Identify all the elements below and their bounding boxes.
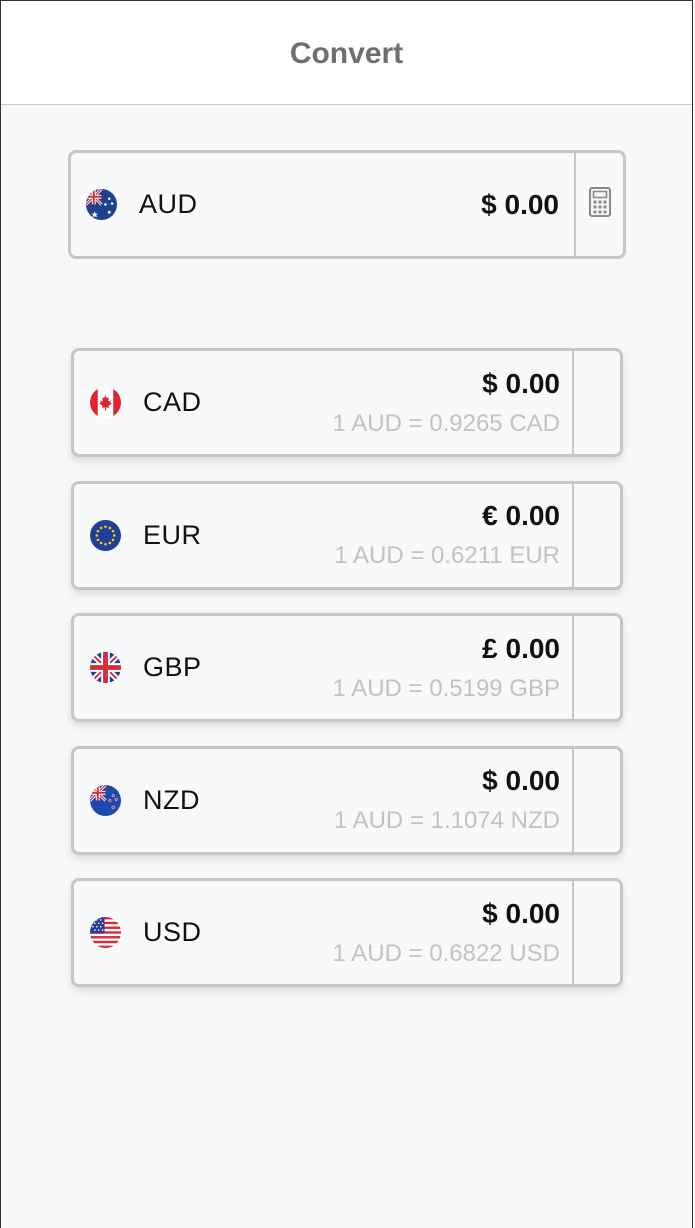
currency-row-gbp[interactable]: GBP £ 0.00 1 AUD = 0.5199 GBP bbox=[71, 613, 623, 722]
uk-flag-icon bbox=[90, 652, 121, 683]
converted-values: $ 0.00 1 AUD = 0.6822 USD bbox=[333, 897, 560, 969]
base-currency-card[interactable]: AUD $ 0.00 bbox=[68, 150, 626, 259]
canada-flag-icon bbox=[90, 387, 121, 418]
converted-values: $ 0.00 1 AUD = 0.9265 CAD bbox=[333, 367, 560, 439]
australia-flag-icon bbox=[86, 189, 117, 220]
calculator-button[interactable] bbox=[574, 153, 623, 256]
currency-code: USD bbox=[143, 917, 202, 947]
currency-code: CAD bbox=[143, 387, 202, 417]
converted-currency-list: CAD $ 0.00 1 AUD = 0.9265 CAD EUR € 0.00… bbox=[71, 348, 623, 1011]
exchange-rate-text: 1 AUD = 0.6822 USD bbox=[332, 939, 560, 967]
converted-amount: $ 0.00 bbox=[482, 765, 560, 796]
currency-row-usd[interactable]: USD $ 0.00 1 AUD = 0.6822 USD bbox=[71, 878, 623, 987]
row-action-cell[interactable] bbox=[572, 881, 620, 984]
us-flag-icon bbox=[90, 917, 121, 948]
page-title: Convert bbox=[289, 36, 404, 70]
currency-code: NZD bbox=[143, 784, 200, 815]
converted-amount: € 0.00 bbox=[482, 500, 560, 531]
row-action-cell[interactable] bbox=[572, 351, 620, 454]
row-action-cell[interactable] bbox=[572, 616, 620, 719]
row-action-cell[interactable] bbox=[572, 748, 620, 852]
row-action-cell[interactable] bbox=[572, 483, 620, 587]
exchange-rate-text: 1 AUD = 0.9265 CAD bbox=[332, 409, 560, 437]
converted-amount: $ 0.00 bbox=[482, 897, 560, 929]
currency-code: EUR bbox=[143, 519, 202, 550]
app-frame: Convert AUD $ 0.00 CAD $ 0.00 1 AUD = 0.… bbox=[0, 0, 693, 1228]
converted-values: $ 0.00 1 AUD = 1.1074 NZD bbox=[334, 764, 560, 836]
top-bar: Convert bbox=[1, 1, 692, 105]
base-amount-input[interactable]: $ 0.00 bbox=[481, 189, 559, 221]
converted-amount: $ 0.00 bbox=[482, 367, 560, 399]
exchange-rate-text: 1 AUD = 0.5199 GBP bbox=[332, 674, 560, 702]
base-currency-code: AUD bbox=[139, 189, 198, 219]
new-zealand-flag-icon bbox=[90, 784, 121, 816]
converted-values: € 0.00 1 AUD = 0.6211 EUR bbox=[334, 499, 560, 571]
converted-values: £ 0.00 1 AUD = 0.5199 GBP bbox=[333, 632, 560, 704]
calculator-icon bbox=[588, 187, 611, 222]
currency-row-eur[interactable]: EUR € 0.00 1 AUD = 0.6211 EUR bbox=[71, 480, 623, 590]
currency-code: GBP bbox=[143, 652, 202, 682]
eu-flag-icon bbox=[90, 519, 121, 551]
exchange-rate-text: 1 AUD = 0.6211 EUR bbox=[334, 542, 560, 569]
currency-row-nzd[interactable]: NZD $ 0.00 1 AUD = 1.1074 NZD bbox=[71, 745, 623, 855]
currency-row-cad[interactable]: CAD $ 0.00 1 AUD = 0.9265 CAD bbox=[71, 348, 623, 457]
converted-amount: £ 0.00 bbox=[482, 632, 560, 664]
exchange-rate-text: 1 AUD = 1.1074 NZD bbox=[333, 807, 560, 834]
